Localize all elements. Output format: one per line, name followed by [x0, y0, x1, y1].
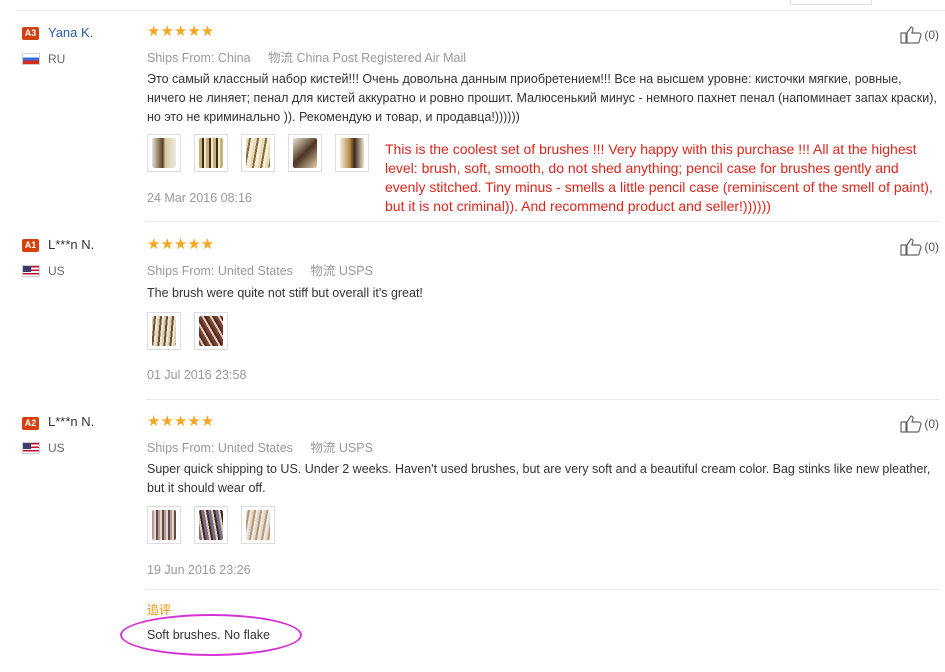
- usa-flag-icon: [22, 265, 40, 277]
- rating-stars: ★★★★★: [147, 236, 215, 253]
- review-divider: [146, 399, 939, 400]
- review-date: 24 Mar 2016 08:16: [147, 191, 252, 205]
- helpful-button[interactable]: (0): [900, 415, 939, 433]
- buyer-level-badge: A3: [22, 27, 39, 40]
- reviewer-country: US: [48, 264, 65, 278]
- shipping-info: Ships From: United States 物流 USPS: [147, 437, 373, 456]
- ships-from-label: Ships From:: [147, 441, 215, 455]
- top-divider: [16, 10, 945, 11]
- followup-divider: [146, 589, 939, 590]
- review-photo[interactable]: [241, 134, 275, 172]
- review-photo[interactable]: [335, 134, 369, 172]
- highlight-oval: [120, 614, 302, 656]
- logistics-label: 物流: [310, 441, 336, 455]
- logistics-label: 物流: [268, 51, 294, 65]
- ships-from-value: United States: [217, 264, 293, 278]
- followup-label: 追评: [147, 603, 172, 617]
- review-photo[interactable]: [147, 506, 181, 544]
- review-photo[interactable]: [194, 134, 228, 172]
- usa-flag-icon: [22, 442, 40, 454]
- shipping-info: Ships From: United States 物流 USPS: [147, 260, 373, 279]
- review-date: 01 Jul 2016 23:58: [147, 368, 247, 382]
- review-photo[interactable]: [194, 312, 228, 350]
- top-control-edge[interactable]: [790, 0, 872, 5]
- ships-from-label: Ships From:: [147, 264, 215, 278]
- review-text: Это самый классный набор кистей!!! Очень…: [147, 72, 937, 124]
- rating-stars: ★★★★★: [147, 23, 215, 40]
- ships-from-value: China: [217, 51, 251, 65]
- review-photo[interactable]: [147, 312, 181, 350]
- logistics-value: China Post Registered Air Mail: [296, 51, 467, 65]
- buyer-level-badge: A2: [22, 417, 39, 430]
- review-divider: [146, 221, 939, 222]
- logistics-value: USPS: [338, 441, 373, 455]
- thumbs-up-icon: [900, 415, 922, 433]
- logistics-value: USPS: [338, 264, 373, 278]
- rating-stars: ★★★★★: [147, 413, 215, 430]
- logistics-label: 物流: [310, 264, 336, 278]
- ships-from-value: United States: [217, 441, 293, 455]
- review-text: The brush were quite not stiff but overa…: [147, 286, 423, 300]
- helpful-count: (0): [924, 240, 939, 254]
- reviewer-name[interactable]: Yana K.: [48, 25, 93, 40]
- review-text: Super quick shipping to US. Under 2 week…: [147, 462, 931, 495]
- helpful-button[interactable]: (0): [900, 26, 939, 44]
- reviewer-name: L***n N.: [48, 237, 95, 252]
- russia-flag-icon: [22, 53, 40, 65]
- reviewer-name: L***n N.: [48, 414, 95, 429]
- review-date: 19 Jun 2016 23:26: [147, 563, 251, 577]
- translation-annotation: This is the coolest set of brushes !!! V…: [385, 141, 933, 214]
- review-photo[interactable]: [147, 134, 181, 172]
- review-photo[interactable]: [194, 506, 228, 544]
- review-photo[interactable]: [288, 134, 322, 172]
- helpful-button[interactable]: (0): [900, 238, 939, 256]
- buyer-level-badge: A1: [22, 239, 39, 252]
- helpful-count: (0): [924, 417, 939, 431]
- reviewer-country: US: [48, 441, 65, 455]
- shipping-info: Ships From: China 物流 China Post Register…: [147, 47, 466, 66]
- review-photo[interactable]: [241, 506, 275, 544]
- reviewer-country: RU: [48, 52, 66, 66]
- ships-from-label: Ships From:: [147, 51, 215, 65]
- thumbs-up-icon: [900, 238, 922, 256]
- helpful-count: (0): [924, 28, 939, 42]
- thumbs-up-icon: [900, 26, 922, 44]
